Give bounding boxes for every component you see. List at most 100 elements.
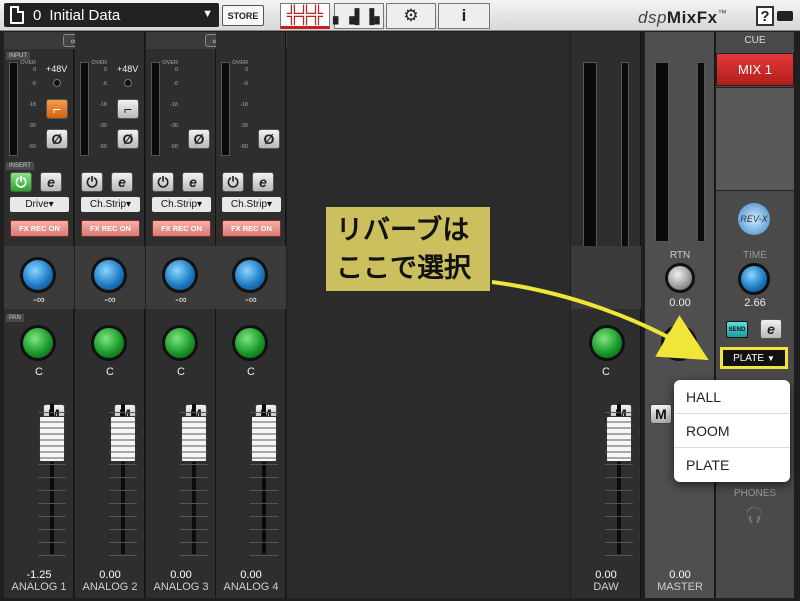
fader-tick bbox=[109, 490, 137, 491]
send-knob[interactable] bbox=[162, 257, 198, 293]
document-icon bbox=[10, 6, 24, 24]
insert-edit-button[interactable]: e bbox=[252, 172, 274, 192]
phantom-power-led[interactable] bbox=[53, 79, 61, 87]
fader-cap[interactable] bbox=[110, 416, 136, 462]
menu-item-room[interactable]: ROOM bbox=[674, 414, 790, 448]
fx-rec-button[interactable]: FX REC ON bbox=[152, 220, 211, 237]
battery-icon bbox=[777, 11, 793, 21]
pan-knob[interactable] bbox=[20, 325, 56, 361]
meter-scale: OVER 0 -6 -18 -30 -60 bbox=[20, 60, 36, 158]
fader-cap[interactable] bbox=[606, 416, 632, 462]
insert-edit-button[interactable]: e bbox=[40, 172, 62, 192]
fader-tick bbox=[605, 503, 633, 504]
insert-select[interactable]: Ch.Strip ▾ bbox=[81, 197, 140, 212]
mix1-button[interactable]: MIX 1 bbox=[716, 53, 794, 86]
reverb-type-value: PLATE bbox=[733, 352, 764, 364]
preset-number: 0 bbox=[33, 6, 42, 24]
meter-scale-label: -6 bbox=[243, 81, 248, 87]
insert-power-button[interactable]: ⏻ bbox=[222, 172, 244, 192]
pan-value: C bbox=[247, 366, 255, 378]
phantom-power-label: +48V bbox=[117, 64, 139, 74]
tab-info[interactable]: i bbox=[438, 3, 490, 29]
channel-name: ANALOG 2 bbox=[82, 581, 138, 593]
phase-invert-button[interactable]: Ø bbox=[117, 129, 139, 149]
insert-select[interactable]: Ch.Strip ▾ bbox=[222, 197, 281, 212]
gear-icon: ⚙ bbox=[403, 6, 419, 25]
dropdown-arrow-icon: ▼ bbox=[202, 8, 213, 20]
fader-tick bbox=[109, 503, 137, 504]
master-meter-left bbox=[655, 62, 669, 242]
insert-select[interactable]: Drive ▾ bbox=[10, 197, 69, 212]
meter-scale-label: -18 bbox=[28, 102, 36, 108]
insert-power-button[interactable]: ⏻ bbox=[10, 172, 32, 192]
phase-invert-button[interactable]: Ø bbox=[46, 129, 68, 149]
tab-meters[interactable]: ▖▗▌▐▖ bbox=[332, 3, 386, 29]
time-knob[interactable] bbox=[738, 263, 770, 295]
dropdown-arrow-icon: ▾ bbox=[197, 199, 203, 210]
input-meter bbox=[9, 62, 18, 156]
meter-scale-label: 0 bbox=[32, 67, 36, 73]
meter-scale-label: -30 bbox=[99, 123, 107, 129]
send-knob[interactable] bbox=[91, 257, 127, 293]
fader-tick bbox=[250, 529, 278, 530]
pan-knob[interactable] bbox=[232, 325, 268, 361]
pan-knob[interactable] bbox=[162, 325, 198, 361]
reverb-type-select[interactable]: PLATE ▼ bbox=[720, 347, 788, 369]
input-meter bbox=[80, 62, 89, 156]
insert-select[interactable]: Ch.Strip ▾ bbox=[152, 197, 211, 212]
tab-mixer[interactable]: ╬╬╬ bbox=[280, 3, 330, 29]
send-knob[interactable] bbox=[232, 257, 268, 293]
help-button[interactable]: ? bbox=[756, 6, 774, 26]
headphones-icon: 🎧 bbox=[745, 507, 764, 524]
meter-scale: OVER 0 -6 -18 -30 -60 bbox=[162, 60, 178, 158]
high-pass-filter-button[interactable]: ⌐ bbox=[46, 99, 68, 119]
menu-item-plate[interactable]: PLATE bbox=[674, 448, 790, 482]
callout-line2: ここで選択 bbox=[336, 253, 471, 283]
fader-cap[interactable] bbox=[251, 416, 277, 462]
preset-selector[interactable]: 0 Initial Data ▼ bbox=[4, 3, 219, 27]
meter-scale-label: -18 bbox=[99, 102, 107, 108]
phase-invert-button[interactable]: Ø bbox=[188, 129, 210, 149]
menu-item-hall[interactable]: HALL bbox=[674, 380, 790, 414]
meter-scale-label: 0 bbox=[103, 67, 107, 73]
meter-scale-label: OVER bbox=[20, 60, 36, 66]
phase-invert-button[interactable]: Ø bbox=[258, 129, 280, 149]
mixer-faders-icon: ╬╬╬ bbox=[286, 5, 324, 24]
reverb-edit-button[interactable]: e bbox=[760, 319, 782, 339]
fader-cap[interactable] bbox=[181, 416, 207, 462]
cue-mix-list bbox=[716, 87, 794, 191]
fx-rec-button[interactable]: FX REC ON bbox=[222, 220, 281, 237]
section-label-input: INPUT bbox=[6, 52, 30, 60]
fader-tick bbox=[38, 542, 66, 543]
section-label-insert: INSERT bbox=[6, 162, 34, 170]
insert-power-button[interactable]: ⏻ bbox=[81, 172, 103, 192]
fader-tick bbox=[38, 464, 66, 465]
send-value: -∞ bbox=[245, 294, 257, 306]
pan-knob[interactable] bbox=[91, 325, 127, 361]
dropdown-arrow-icon: ▾ bbox=[126, 199, 132, 210]
info-icon: i bbox=[461, 6, 467, 25]
fx-rec-button[interactable]: FX REC ON bbox=[10, 220, 69, 237]
master-mute-button[interactable]: M bbox=[650, 404, 672, 424]
channel-level-value: 0.00 bbox=[170, 569, 192, 581]
high-pass-filter-button[interactable]: ⌐ bbox=[117, 99, 139, 119]
insert-edit-button[interactable]: e bbox=[111, 172, 133, 192]
fader-tick bbox=[250, 464, 278, 465]
fx-rec-button[interactable]: FX REC ON bbox=[81, 220, 140, 237]
send-button[interactable]: SEND bbox=[726, 321, 748, 338]
store-button[interactable]: STORE bbox=[222, 5, 264, 26]
meters-icon: ▖▗▌▐▖ bbox=[332, 7, 386, 24]
fader-tick bbox=[109, 412, 137, 413]
phantom-power-led[interactable] bbox=[124, 79, 132, 87]
fader-tick bbox=[38, 412, 66, 413]
insert-edit-button[interactable]: e bbox=[182, 172, 204, 192]
fader-tick bbox=[109, 529, 137, 530]
tab-settings[interactable]: ⚙ bbox=[386, 3, 436, 29]
fader-cap[interactable] bbox=[39, 416, 65, 462]
insert-power-button[interactable]: ⏻ bbox=[152, 172, 174, 192]
send-value: -∞ bbox=[104, 294, 116, 306]
fader-tick bbox=[605, 412, 633, 413]
meter-scale-label: -6 bbox=[31, 81, 36, 87]
fader-tick bbox=[605, 477, 633, 478]
send-knob[interactable] bbox=[20, 257, 56, 293]
